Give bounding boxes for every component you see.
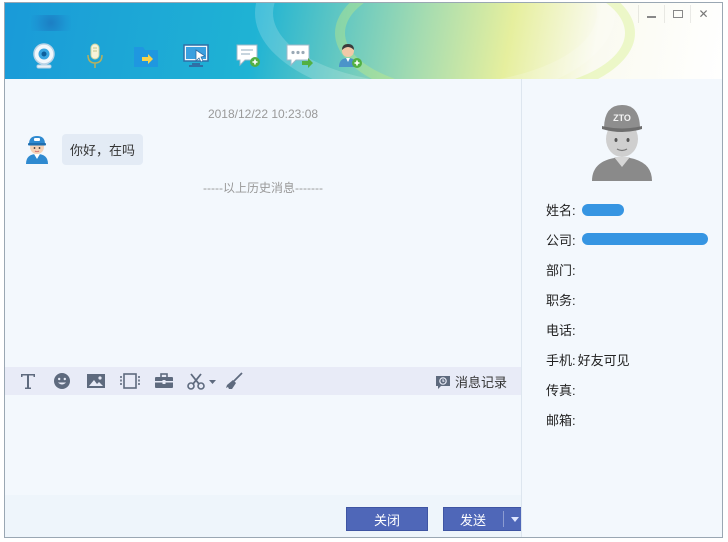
send-divider bbox=[503, 511, 504, 527]
redacted-company bbox=[582, 233, 708, 245]
screen-capture-button[interactable] bbox=[187, 371, 217, 391]
profile-fax: 传真: bbox=[546, 380, 578, 399]
create-discussion-icon bbox=[236, 44, 260, 67]
maximize-button[interactable] bbox=[664, 5, 690, 23]
screenshot-button[interactable] bbox=[119, 371, 141, 391]
close-button[interactable]: 关闭 bbox=[346, 507, 428, 531]
field-label: 传真: bbox=[546, 383, 576, 398]
send-sms-button[interactable] bbox=[284, 41, 314, 71]
send-button[interactable]: 发送 bbox=[443, 507, 525, 531]
redacted-name bbox=[582, 204, 624, 216]
maximize-icon bbox=[672, 10, 683, 18]
close-window-button[interactable]: ✕ bbox=[690, 5, 716, 23]
send-sms-icon bbox=[286, 44, 313, 68]
create-discussion-button[interactable] bbox=[233, 41, 263, 71]
toolbox-button[interactable] bbox=[153, 371, 175, 391]
chevron-down-icon[interactable] bbox=[511, 517, 519, 522]
profile-phone: 电话: bbox=[546, 320, 578, 339]
minimize-icon bbox=[647, 16, 656, 18]
profile-position: 职务: bbox=[546, 290, 578, 309]
profile-name: 姓名: bbox=[546, 200, 578, 219]
font-button[interactable] bbox=[17, 371, 39, 391]
field-label: 手机: bbox=[546, 353, 576, 368]
message-history[interactable]: 2018/12/22 10:23:08 你好，在吗 -----以上历史消息---… bbox=[5, 79, 521, 367]
toolbox-icon bbox=[155, 373, 173, 388]
image-button[interactable] bbox=[85, 371, 107, 391]
send-file-button[interactable] bbox=[131, 41, 161, 71]
message-input[interactable] bbox=[5, 395, 521, 495]
message-history-button[interactable]: 消息记录 bbox=[435, 372, 507, 391]
message-bubble: 你好，在吗 bbox=[62, 134, 144, 165]
message-history-label: 消息记录 bbox=[454, 375, 507, 390]
remote-desktop-icon bbox=[183, 44, 209, 67]
profile-company: 公司: bbox=[546, 230, 578, 249]
contact-avatar: ZTO bbox=[588, 99, 656, 181]
field-label: 邮箱: bbox=[546, 413, 576, 428]
window-header: ✕ bbox=[5, 3, 722, 79]
minimize-button[interactable] bbox=[638, 5, 664, 23]
contact-profile-panel: ZTO 姓名: 公司: 部门: 职务: 电话: 手机: 好友可见 传真: 邮箱: bbox=[521, 79, 722, 537]
input-toolbar: 消息记录 bbox=[5, 367, 521, 395]
text-format-icon bbox=[21, 374, 35, 389]
screenshot-icon bbox=[120, 373, 140, 389]
emoji-icon bbox=[54, 373, 70, 389]
close-icon: ✕ bbox=[698, 7, 709, 21]
field-label: 姓名: bbox=[546, 203, 576, 218]
video-call-button[interactable] bbox=[29, 41, 59, 71]
profile-department: 部门: bbox=[546, 260, 578, 279]
field-label: 职务: bbox=[546, 293, 576, 308]
chat-window: ✕ 2018/12/22 10:23:08 你好，在吗 -----以上历史消息-… bbox=[4, 2, 723, 538]
scissors-icon bbox=[187, 373, 216, 390]
field-label: 电话: bbox=[546, 323, 576, 338]
video-call-icon bbox=[33, 43, 55, 69]
emoji-button[interactable] bbox=[51, 371, 73, 391]
add-contact-button[interactable] bbox=[335, 41, 365, 71]
clear-screen-button[interactable] bbox=[223, 371, 245, 391]
history-divider: -----以上历史消息------- bbox=[203, 181, 323, 195]
svg-text:ZTO: ZTO bbox=[613, 113, 631, 123]
window-controls: ✕ bbox=[638, 5, 716, 23]
profile-mobile: 手机: 好友可见 bbox=[546, 353, 630, 368]
add-contact-icon bbox=[339, 44, 362, 68]
redacted-title bbox=[31, 15, 71, 31]
chat-toolbar bbox=[29, 41, 386, 71]
field-label: 部门: bbox=[546, 263, 576, 278]
send-label: 发送 bbox=[460, 512, 487, 528]
avatar bbox=[23, 133, 51, 165]
voice-call-icon bbox=[87, 43, 103, 68]
voice-call-button[interactable] bbox=[80, 41, 110, 71]
broom-icon bbox=[226, 372, 243, 389]
remote-desktop-button[interactable] bbox=[182, 41, 212, 71]
field-label: 公司: bbox=[546, 233, 576, 248]
message-timestamp: 2018/12/22 10:23:08 bbox=[207, 107, 319, 121]
profile-email: 邮箱: bbox=[546, 410, 578, 429]
history-icon bbox=[435, 375, 450, 389]
send-file-icon bbox=[134, 47, 158, 67]
image-icon bbox=[87, 374, 105, 388]
